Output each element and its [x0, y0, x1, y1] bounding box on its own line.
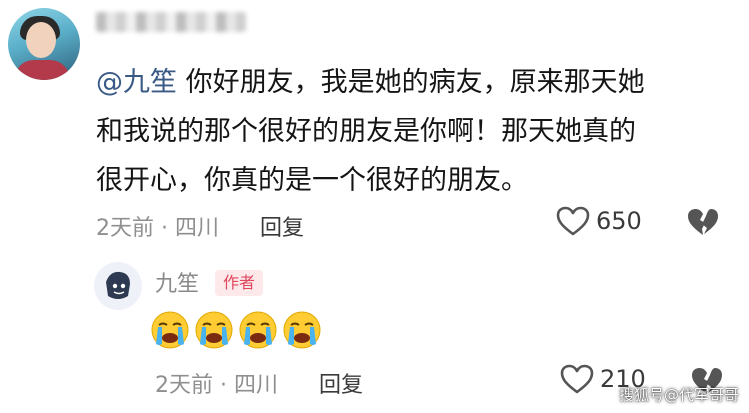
commenter-username-blurred: [96, 12, 246, 32]
comment-time-location: 2天前 · 四川: [96, 216, 219, 241]
reply-emojis: [150, 310, 322, 350]
comment-line-2: 和我说的那个很好的朋友是你啊！那天她真的: [96, 116, 636, 147]
crying-face-icon: [239, 311, 277, 349]
crying-face-icon: [283, 311, 321, 349]
author-avatar-image: [94, 262, 142, 310]
comment-line-1: 你好朋友，我是她的病友，原来那天她: [185, 67, 645, 98]
comment-line-3: 很开心，你真的是一个很好的朋友。: [96, 165, 528, 196]
comment-reply-button[interactable]: 回复: [260, 216, 304, 241]
crying-face-icon: [151, 311, 189, 349]
author-badge: 作者: [215, 270, 264, 296]
reply-reply-button[interactable]: 回复: [319, 373, 363, 398]
watermark: 搜狐号@代军哥哥: [618, 386, 739, 404]
author-avatar[interactable]: [94, 262, 142, 310]
comment-like-count: 650: [596, 207, 642, 235]
reply-time-location: 2天前 · 四川: [155, 373, 278, 398]
author-name[interactable]: 九笙: [155, 266, 199, 298]
heart-icon: [556, 206, 590, 236]
comment-like-button[interactable]: 650: [556, 206, 642, 236]
comment-body: @九笙 你好朋友，我是她的病友，原来那天她 和我说的那个很好的朋友是你啊！那天她…: [96, 58, 706, 205]
broken-heart-icon: [688, 209, 718, 235]
mention-link[interactable]: @九笙: [96, 67, 177, 98]
comment-dislike-button[interactable]: [686, 207, 720, 241]
commenter-avatar[interactable]: [8, 8, 80, 80]
comment-meta: 2天前 · 四川 回复: [96, 210, 304, 242]
crying-face-icon: [195, 311, 233, 349]
reply-meta: 2天前 · 四川 回复: [155, 367, 363, 399]
heart-icon: [560, 364, 594, 394]
